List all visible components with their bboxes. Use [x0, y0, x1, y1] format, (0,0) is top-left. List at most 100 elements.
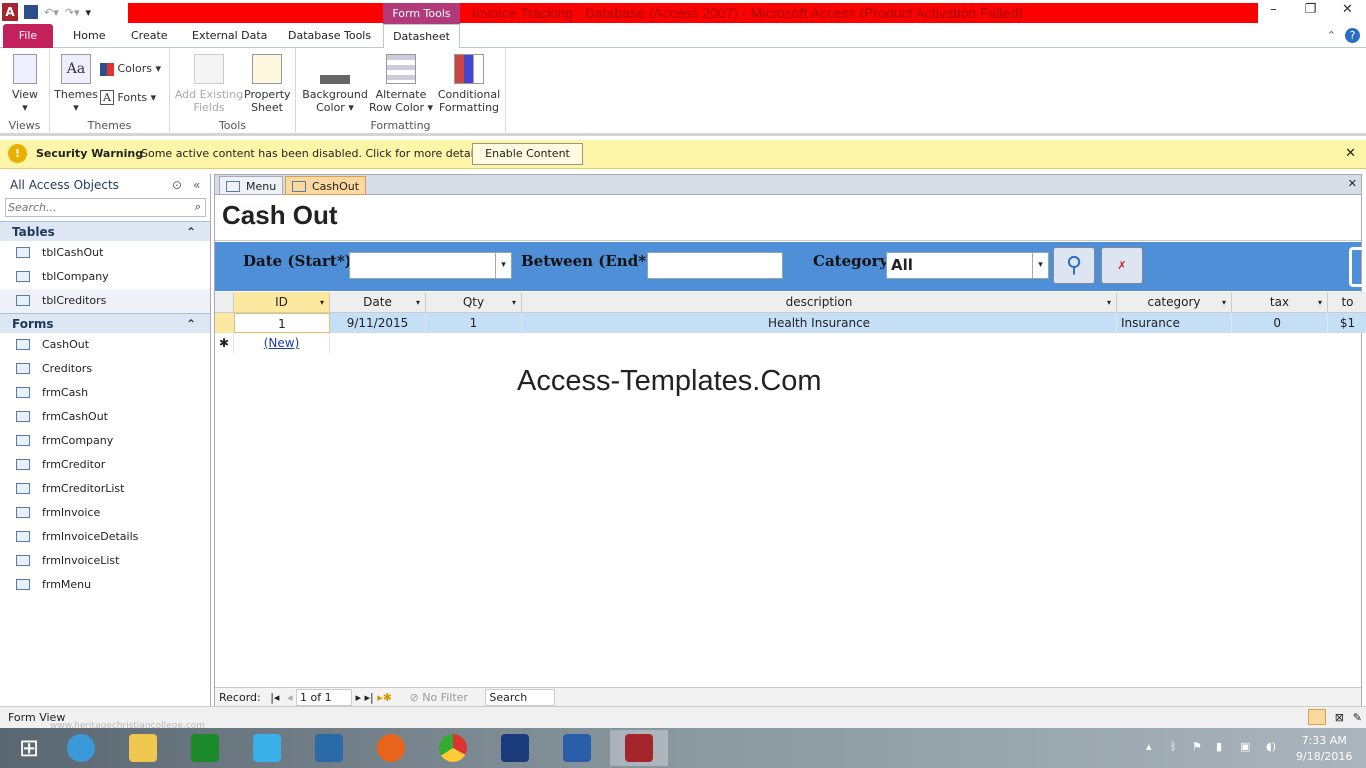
table-item-tblcashout[interactable]: tblCashOut [0, 241, 210, 265]
add-existing-fields-button[interactable]: Add Existing Fields [174, 48, 244, 114]
save-icon[interactable] [24, 5, 38, 19]
start-button[interactable]: ⊞ [0, 730, 58, 766]
tab-datasheet[interactable]: Datasheet [383, 24, 460, 49]
column-header-to[interactable]: to [1328, 292, 1366, 313]
background-color-button[interactable]: Background Color ▾ [300, 48, 370, 114]
enable-content-button[interactable]: Enable Content [472, 143, 583, 165]
conditional-formatting-button[interactable]: Conditional Formatting [436, 48, 502, 114]
column-header-category[interactable]: category ▾ [1117, 292, 1232, 313]
show-hidden-icons[interactable]: ▴ [1146, 740, 1152, 753]
form-item-frmcash[interactable]: frmCash [0, 381, 210, 405]
tab-create[interactable]: Create [131, 24, 168, 48]
taskbar-word[interactable] [548, 730, 606, 766]
cell-to[interactable]: $1 [1328, 313, 1366, 333]
tables-section-header[interactable]: Tables ⌃ [0, 221, 210, 241]
new-record-icon[interactable]: ▸✱ [377, 691, 392, 704]
form-item-frminvoicedetails[interactable]: frmInvoiceDetails [0, 525, 210, 549]
column-header-tax[interactable]: tax ▾ [1232, 292, 1328, 313]
table-item-tblcompany[interactable]: tblCompany [0, 265, 210, 289]
view-button[interactable]: View ▾ [6, 48, 44, 114]
design-view-icon[interactable]: ✎ [1353, 707, 1362, 729]
battery-icon[interactable]: ▮ [1216, 740, 1222, 753]
no-filter-button[interactable]: ⊘ No Filter [410, 691, 468, 704]
form-view-icon[interactable] [1308, 709, 1326, 725]
nav-search-box[interactable]: ⌕ [5, 198, 206, 217]
redo-icon[interactable]: ↷▾ [65, 6, 80, 19]
cell-qty[interactable]: 1 [426, 313, 522, 333]
clear-filter-button[interactable]: ✗ [1101, 247, 1143, 284]
column-dropdown-icon[interactable]: ▾ [512, 292, 516, 313]
taskbar-shop[interactable] [238, 730, 296, 766]
action-center-flag-icon[interactable]: ⚑ [1192, 740, 1202, 753]
tab-file[interactable]: File [3, 24, 53, 48]
form-item-frmcreditor[interactable]: frmCreditor [0, 453, 210, 477]
property-sheet-button[interactable]: Property Sheet [244, 48, 291, 114]
cell-tax[interactable]: 0 [1232, 313, 1328, 333]
fonts-button[interactable]: A Fonts ▾ [100, 90, 156, 105]
tab-database-tools[interactable]: Database Tools [288, 24, 371, 48]
column-dropdown-icon[interactable]: ▾ [1318, 292, 1322, 313]
collapse-forms-icon[interactable]: ⌃ [186, 314, 196, 334]
taskbar-store[interactable] [176, 730, 234, 766]
search-icon[interactable]: ⌕ [195, 200, 201, 214]
taskbar-firefox[interactable] [362, 730, 420, 766]
bluetooth-icon[interactable]: ᛒ [1170, 740, 1177, 753]
doc-tab-cashout[interactable]: CashOut [285, 176, 367, 195]
form-item-frmcreditorlist[interactable]: frmCreditorList [0, 477, 210, 501]
doc-tab-menu[interactable]: Menu [219, 176, 284, 195]
collapse-tables-icon[interactable]: ⌃ [186, 222, 196, 242]
nav-header[interactable]: All Access Objects ⊙ « [0, 174, 210, 196]
cell-description[interactable]: Health Insurance [522, 313, 1117, 333]
forms-section-header[interactable]: Forms ⌃ [0, 313, 210, 333]
column-dropdown-icon[interactable]: ▾ [1222, 292, 1226, 313]
previous-record-icon[interactable]: ◂ [287, 691, 293, 704]
restore-icon[interactable]: ❐ [1292, 0, 1329, 22]
taskbar-explorer[interactable] [114, 730, 172, 766]
help-icon[interactable]: ? [1345, 28, 1360, 43]
form-item-frminvoice[interactable]: frmInvoice [0, 501, 210, 525]
form-item-frmcashout[interactable]: frmCashOut [0, 405, 210, 429]
extra-button[interactable] [1349, 247, 1363, 287]
colors-button[interactable]: Colors ▾ [100, 62, 161, 76]
date-end-input[interactable] [647, 252, 783, 279]
dropdown-arrow-icon[interactable]: ▾ [1032, 253, 1048, 278]
close-document-icon[interactable]: ✕ [1348, 177, 1357, 190]
close-icon[interactable]: ✕ [1329, 0, 1366, 22]
record-search-input[interactable]: Search [485, 689, 556, 706]
themes-button[interactable]: Aa Themes ▾ [54, 48, 98, 114]
current-record-input[interactable]: 1 of 1 [295, 689, 352, 706]
column-dropdown-icon[interactable]: ▾ [320, 292, 324, 313]
network-icon[interactable]: ▣ [1240, 740, 1250, 753]
tab-home[interactable]: Home [73, 24, 105, 48]
taskbar-ie[interactable] [52, 730, 110, 766]
table-item-tblcreditors[interactable]: tblCreditors [0, 289, 210, 313]
row-selector[interactable] [215, 313, 234, 333]
undo-icon[interactable]: ↶▾ [44, 6, 59, 19]
alternate-row-color-button[interactable]: Alternate Row Color ▾ [368, 48, 434, 114]
nav-menu-icon[interactable]: ⊙ [172, 174, 182, 196]
cell-date[interactable]: 9/11/2015 [330, 313, 426, 333]
first-record-icon[interactable]: |◂ [270, 691, 279, 704]
taskbar-lenovo[interactable] [300, 730, 358, 766]
new-record-link[interactable]: (New) [234, 333, 330, 353]
taskbar-access[interactable] [610, 730, 668, 766]
date-start-input[interactable]: ▾ [349, 252, 512, 279]
collapse-nav-icon[interactable]: « [193, 174, 200, 196]
column-header-id[interactable]: ID ▾ [234, 292, 330, 313]
layout-view-icon[interactable]: ⊠ [1335, 707, 1344, 729]
select-all-corner[interactable] [215, 292, 234, 313]
column-dropdown-icon[interactable]: ▾ [416, 292, 420, 313]
column-header-description[interactable]: description ▾ [522, 292, 1117, 313]
category-select[interactable]: All ▾ [886, 252, 1049, 279]
dropdown-arrow-icon[interactable]: ▾ [495, 253, 511, 278]
security-warning-message[interactable]: Some active content has been disabled. C… [141, 147, 486, 160]
last-record-icon[interactable]: ▸| [365, 691, 374, 704]
search-button[interactable]: ⚲ [1053, 247, 1095, 284]
form-item-creditors[interactable]: Creditors [0, 357, 210, 381]
taskbar-cald3[interactable] [486, 730, 544, 766]
customize-qat-icon[interactable]: ▾ [86, 6, 92, 19]
column-header-qty[interactable]: Qty ▾ [426, 292, 522, 313]
minimize-icon[interactable]: – [1255, 0, 1292, 22]
form-item-cashout[interactable]: CashOut [0, 333, 210, 357]
form-item-frminvoicelist[interactable]: frmInvoiceList [0, 549, 210, 573]
